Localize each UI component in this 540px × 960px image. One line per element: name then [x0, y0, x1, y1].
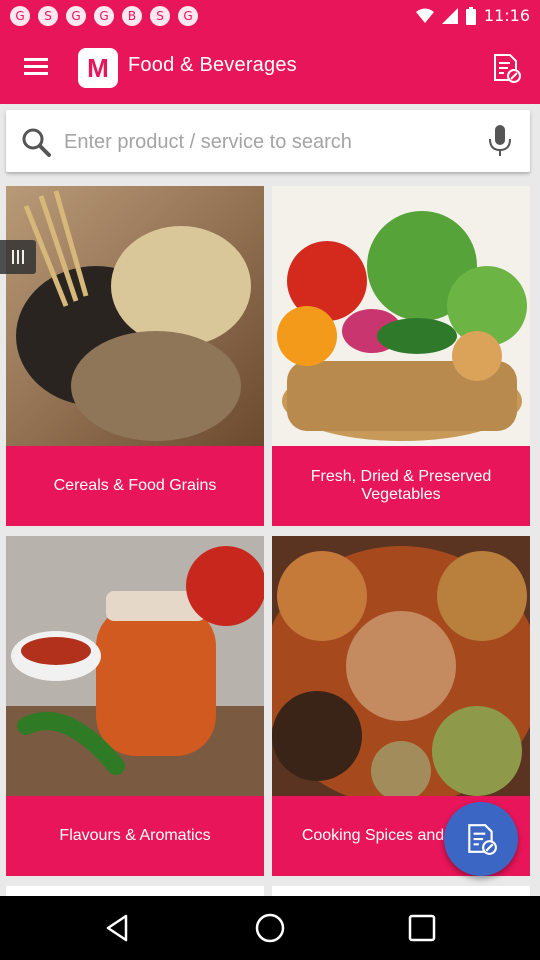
notification-icon: G [94, 6, 114, 26]
status-bar: G S G G B S G 11:16 [0, 0, 540, 32]
notification-icon: G [10, 6, 30, 26]
back-icon[interactable] [102, 912, 134, 944]
home-icon[interactable] [254, 912, 286, 944]
battery-icon [465, 6, 476, 25]
notification-icon: S [150, 6, 170, 26]
next-row-card [272, 886, 530, 896]
category-label: Fresh, Dried & Preserved Vegetables [272, 446, 530, 526]
category-card-cereals[interactable]: Cereals & Food Grains [6, 186, 264, 526]
category-card-flavours[interactable]: Flavours & Aromatics [6, 536, 264, 876]
spices-platter-photo [272, 536, 530, 796]
notification-icon: B [122, 6, 142, 26]
search-bar [6, 110, 530, 172]
sauce-jar-photo [6, 536, 264, 796]
notification-icon: S [38, 6, 58, 26]
app-logo[interactable]: M [78, 48, 118, 88]
side-drawer-handle[interactable] [0, 240, 36, 274]
category-label: Flavours & Aromatics [6, 796, 264, 876]
category-label: Cereals & Food Grains [6, 446, 264, 526]
system-nav-bar [0, 896, 540, 960]
vegetables-basket-photo [272, 186, 530, 446]
status-time: 11:16 [483, 6, 530, 25]
app-bar: M Food & Beverages [0, 32, 540, 104]
signal-icon [441, 7, 458, 24]
requirement-fab[interactable] [444, 802, 518, 876]
grains-photo [6, 186, 264, 446]
microphone-icon[interactable] [486, 124, 514, 158]
notification-icon: G [66, 6, 86, 26]
notification-icons: G S G G B S G [10, 6, 198, 26]
document-edit-icon[interactable] [490, 52, 522, 84]
document-edit-icon [468, 824, 497, 855]
search-icon[interactable] [20, 126, 52, 158]
recents-icon[interactable] [406, 912, 438, 944]
search-input[interactable] [62, 122, 466, 162]
overflow-menu-icon[interactable] [22, 56, 50, 78]
wifi-icon [415, 8, 434, 23]
category-card-vegetables[interactable]: Fresh, Dried & Preserved Vegetables [272, 186, 530, 526]
notification-icon: G [178, 6, 198, 26]
page-title: Food & Beverages [128, 54, 297, 76]
next-row-card [6, 886, 264, 896]
